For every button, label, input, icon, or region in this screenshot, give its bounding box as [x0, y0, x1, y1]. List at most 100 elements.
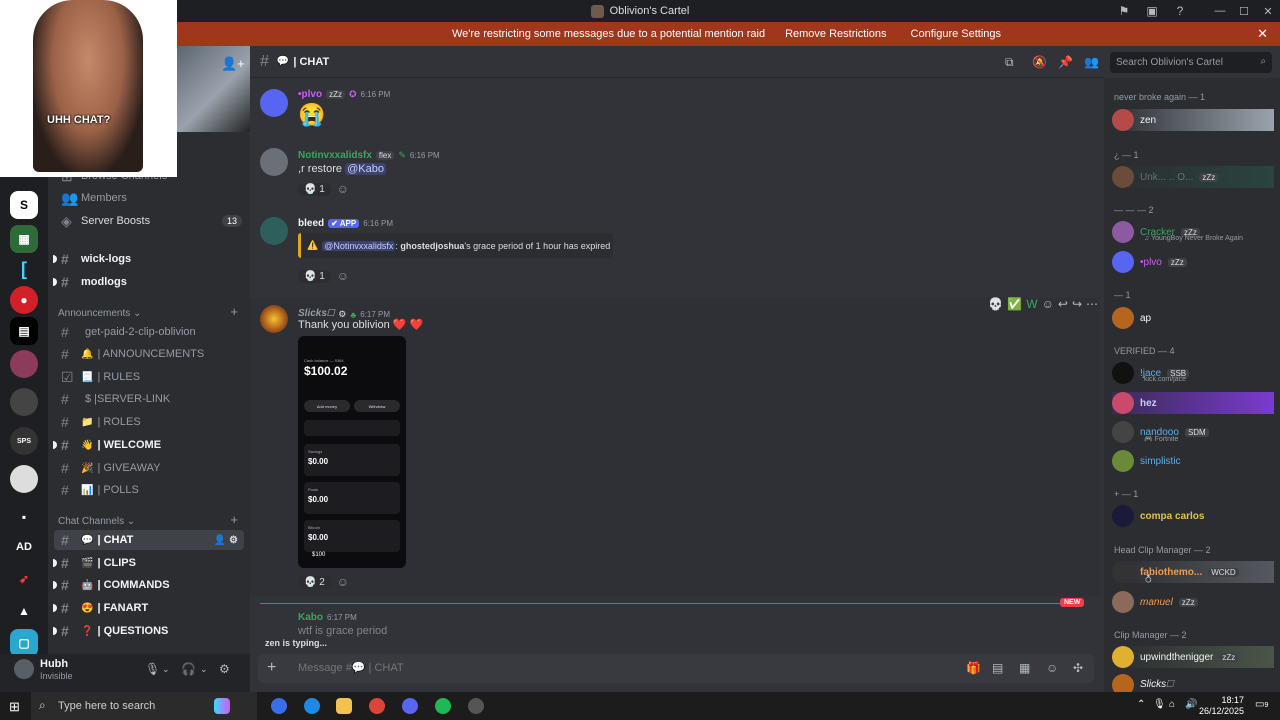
headphones-icon[interactable]: 🎧 — [181, 662, 196, 676]
user-mention[interactable]: @Kabo — [345, 163, 386, 175]
member-item[interactable]: upwindthenigger zZz — [1112, 646, 1274, 668]
member-item[interactable]: manuel zZz — [1112, 591, 1274, 613]
reaction-skull[interactable]: 💀 1 — [298, 269, 331, 283]
chevron-down-icon[interactable]: ⌄ — [162, 664, 170, 675]
channel-polls[interactable]: # 📊 | POLLS — [54, 480, 244, 500]
reply-icon[interactable]: ↩ — [1058, 297, 1068, 311]
server-icon-dark[interactable]: ▪ — [10, 503, 38, 531]
member-item[interactable]: ap — [1112, 307, 1274, 329]
author-name[interactable]: Kabo — [298, 612, 323, 623]
member-item[interactable]: Slicks🗆 — [1112, 674, 1274, 692]
microphone-icon[interactable]: 🎙 — [145, 662, 160, 676]
forward-icon[interactable]: ↪ — [1072, 297, 1082, 311]
server-icon-black[interactable]: ▤ — [10, 317, 38, 345]
windows-start-icon[interactable]: ⊞ — [9, 699, 20, 715]
channel-fanart[interactable]: # 😍 | FANART — [53, 598, 244, 618]
chrome-icon[interactable] — [369, 698, 385, 714]
add-reaction-icon[interactable]: ☺ — [337, 575, 349, 589]
tray-network-icon[interactable]: ⌂ — [1169, 699, 1175, 710]
close-notice-icon[interactable]: ✕ — [1257, 26, 1268, 42]
avatar[interactable] — [260, 217, 288, 245]
tray-volume-icon[interactable]: 🔊 — [1185, 699, 1197, 710]
window-icon[interactable]: ▣ — [1138, 0, 1166, 22]
member-list-icon[interactable]: 👥 — [1084, 55, 1099, 69]
settings-gear-icon[interactable]: ⚙ — [219, 662, 230, 676]
image-attachment[interactable]: Cash balance — 9364 $100.02 Add money Wi… — [298, 336, 406, 568]
discord-icon[interactable] — [402, 698, 418, 714]
tray-chevron-icon[interactable]: ⌃ — [1137, 699, 1145, 710]
help-icon[interactable]: ? — [1166, 0, 1194, 22]
mute-notifications-icon[interactable]: 🔕 — [1032, 55, 1047, 69]
server-icon-white[interactable] — [10, 465, 38, 493]
channel-server-link[interactable]: # $ |SERVER-LINK — [54, 389, 244, 409]
member-item[interactable]: zen — [1112, 109, 1274, 131]
channel-wick-logs[interactable]: # wick-logs — [53, 249, 244, 269]
spotify-icon[interactable] — [435, 698, 451, 714]
add-channel-icon[interactable]: + — [230, 304, 238, 319]
author-name[interactable]: Notinvxxalidsfx — [298, 150, 372, 161]
check-reaction-icon[interactable]: ✅ — [1007, 297, 1022, 311]
file-explorer-icon[interactable] — [336, 698, 352, 714]
server-icon-triangle[interactable]: ▲ — [10, 597, 38, 625]
avatar[interactable] — [14, 659, 34, 679]
member-item[interactable]: Unk... .. O... zZz — [1112, 166, 1274, 188]
channel-chat[interactable]: # 💬 | CHAT 👤 ⚙ — [54, 530, 244, 550]
add-reaction-icon[interactable]: ☺ — [337, 269, 349, 283]
channel-modlogs[interactable]: # modlogs — [53, 272, 244, 292]
channel-clips[interactable]: # 🎬 | CLIPS — [53, 553, 244, 573]
channel-get-paid[interactable]: # get-paid-2-clip-oblivion — [54, 322, 244, 342]
more-icon[interactable]: ⋯ — [1086, 297, 1098, 311]
inbox-icon[interactable]: ⚑ — [1110, 0, 1138, 22]
server-icon-ad[interactable]: AD — [10, 533, 38, 561]
server-icon-s[interactable]: S — [10, 191, 38, 219]
emoji-icon[interactable]: ☺ — [1046, 661, 1058, 675]
notifications-icon[interactable]: ▭9 — [1255, 699, 1268, 710]
channel-announcements[interactable]: # 🔔 | ANNOUNCEMENTS — [54, 344, 244, 364]
gift-icon[interactable]: 🎁 — [966, 661, 981, 675]
member-item[interactable]: •plvo zZz — [1112, 251, 1274, 273]
configure-settings-button[interactable]: Configure Settings — [907, 26, 1006, 42]
member-item[interactable]: !jace SSB kick.com/jace — [1112, 362, 1274, 384]
member-item[interactable]: compa carlos — [1112, 505, 1274, 527]
member-item[interactable]: simplistic — [1112, 450, 1274, 472]
server-icon-rocket[interactable]: ➶ — [10, 565, 38, 593]
skull-reaction-icon[interactable]: 💀 — [988, 297, 1003, 311]
user-mention[interactable]: @Notinvxxalidsfx — [322, 240, 396, 251]
channel-giveaway[interactable]: # 🎉 | GIVEAWAY — [54, 458, 244, 478]
remove-restrictions-button[interactable]: Remove Restrictions — [781, 26, 890, 42]
pinned-icon[interactable]: 📌 — [1058, 55, 1073, 69]
members-item[interactable]: 👥 Members — [54, 188, 244, 208]
server-icon-bracket[interactable]: [ — [10, 255, 38, 283]
server-icon-folder[interactable] — [10, 388, 38, 416]
search-input[interactable]: Search Oblivion's Cartel ⌕ — [1110, 52, 1272, 73]
category-announcements[interactable]: Announcements ⌄ — [58, 308, 141, 319]
invite-icon[interactable]: 👤+ — [221, 56, 245, 72]
add-attachment-icon[interactable]: + — [267, 659, 276, 677]
minimize-button[interactable]: — — [1208, 0, 1232, 22]
add-reaction-icon[interactable]: ☺ — [337, 182, 349, 196]
author-name[interactable]: •plvo — [298, 89, 322, 100]
channel-settings-icons[interactable]: 👤 ⚙ — [214, 535, 238, 546]
reaction-skull[interactable]: 💀 2 — [298, 575, 331, 589]
server-icon-red[interactable]: ● — [10, 286, 38, 314]
apps-icon[interactable]: ✣ — [1073, 661, 1083, 675]
server-icon-pink[interactable] — [10, 350, 38, 378]
member-item[interactable]: fabiothemo... WCKD 💍 — [1112, 561, 1274, 583]
avatar[interactable] — [260, 89, 288, 117]
server-icon-sps[interactable]: SPS — [10, 427, 38, 455]
member-item[interactable]: hez — [1112, 392, 1274, 414]
author-name[interactable]: bleed — [298, 218, 324, 229]
channel-roles[interactable]: # 📁 | ROLES — [54, 412, 244, 432]
threads-icon[interactable]: ⧉ — [1005, 55, 1014, 70]
avatar[interactable] — [260, 148, 288, 176]
server-boosts-item[interactable]: ◈ Server Boosts 13 — [54, 211, 244, 231]
category-chat[interactable]: Chat Channels ⌄ — [58, 516, 135, 527]
edge-icon[interactable] — [304, 698, 320, 714]
member-item[interactable]: Cracker zZz ♫ YoungBoy Never Broke Again — [1112, 221, 1274, 243]
server-icon-green[interactable]: ▦ — [10, 225, 38, 253]
sticker-icon[interactable]: ▦ — [1019, 661, 1030, 675]
close-window-button[interactable]: ✕ — [1256, 0, 1280, 22]
message-input[interactable] — [298, 662, 698, 674]
server-icon-blue[interactable]: ▢ — [10, 629, 38, 657]
search-highlight-icon[interactable] — [214, 698, 230, 714]
